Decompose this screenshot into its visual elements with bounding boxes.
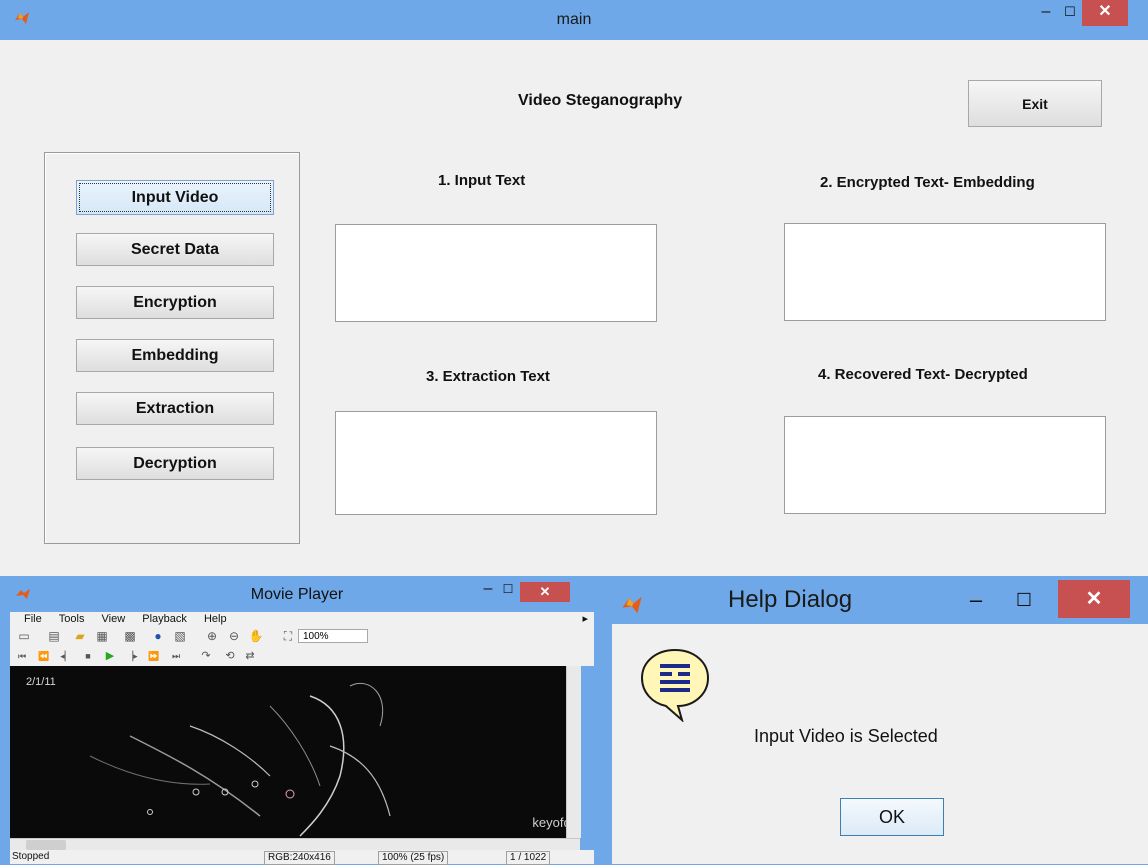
step-forward-icon[interactable]: ▕▸: [124, 649, 140, 664]
zoom-level-field[interactable]: 100%: [298, 629, 368, 643]
maximize-icon[interactable]: ☐: [1012, 588, 1036, 614]
input-video-button[interactable]: Input Video: [76, 180, 274, 215]
scrollbar-thumb[interactable]: [26, 840, 66, 850]
import-icon[interactable]: ▦: [94, 629, 110, 644]
menu-playback[interactable]: Playback: [142, 612, 187, 627]
input-text-heading: 1. Input Text: [438, 172, 526, 189]
matlab-logo-icon: [622, 596, 642, 614]
recovered-text-heading: 4. Recovered Text- Decrypted: [818, 366, 1028, 383]
menu-help[interactable]: Help: [204, 612, 227, 627]
exit-button[interactable]: Exit: [968, 80, 1102, 127]
go-to-first-icon[interactable]: ⏮: [14, 649, 30, 664]
frame-counter: 1 / 1022: [506, 851, 551, 865]
frame-rate: 100% (25 fps): [378, 851, 449, 865]
minimize-icon[interactable]: –: [478, 580, 498, 600]
play-icon[interactable]: ▶: [102, 649, 118, 664]
zoom-out-icon[interactable]: ⊖: [226, 629, 242, 644]
encrypted-text-heading: 2. Encrypted Text- Embedding: [820, 174, 1035, 191]
jump-to-icon[interactable]: ↷: [198, 649, 214, 664]
video-frame[interactable]: 2/1/11 keyofc: [10, 666, 566, 838]
help-dialog-title-bar[interactable]: Help Dialog – ☐ ✕: [598, 580, 1148, 624]
maximize-icon[interactable]: ☐: [498, 580, 518, 600]
help-dialog-window: Help Dialog – ☐ ✕ Input Video is Selecte…: [598, 580, 1148, 864]
pan-icon[interactable]: ✋: [248, 629, 264, 644]
colormap-icon[interactable]: ▧: [172, 629, 188, 644]
rewind-icon[interactable]: ⏪: [36, 649, 52, 664]
video-edge-image: [89, 682, 391, 837]
extraction-text-heading: 3. Extraction Text: [426, 368, 550, 385]
loop-icon[interactable]: ⟲: [222, 649, 238, 664]
playback-toolbar: ⏮ ⏪ ◂▏ ■ ▶ ▕▸ ⏩ ⏭ ↷ ⟲ ⇄: [10, 647, 594, 666]
zoom-in-icon[interactable]: ⊕: [204, 629, 220, 644]
minimize-icon[interactable]: –: [1034, 0, 1058, 26]
movie-player-title-bar[interactable]: Movie Player – ☐ ✕: [0, 576, 594, 612]
extraction-button[interactable]: Extraction: [76, 392, 274, 425]
playback-mode-icon[interactable]: ⇄: [242, 649, 258, 664]
menu-file[interactable]: File: [24, 612, 42, 627]
movie-player-menu-bar: File Tools View Playback Help ▸: [10, 612, 594, 627]
menu-tools[interactable]: Tools: [59, 612, 85, 627]
recovered-text-box[interactable]: [784, 416, 1106, 514]
main-title-bar[interactable]: main – ☐ ✕: [0, 0, 1148, 40]
video-format: RGB:240x416: [264, 851, 335, 865]
video-watermark: keyofc: [532, 815, 566, 830]
page-title: Video Steganography: [518, 92, 683, 109]
main-body: Video Steganography Exit Input Video Sec…: [6, 40, 1148, 576]
help-dialog-title: Help Dialog: [728, 586, 853, 613]
new-icon[interactable]: ▭: [16, 629, 32, 644]
go-to-last-icon[interactable]: ⏭: [168, 649, 184, 664]
movie-player-status-bar: Stopped RGB:240x416 100% (25 fps) 1 / 10…: [10, 850, 594, 865]
movie-player-toolbar: ▭ ▤ ▰ ▦ ▩ ● ▧ ⊕ ⊖ ✋ ⛶ 100%: [10, 627, 594, 648]
menu-overflow-icon[interactable]: ▸: [582, 612, 588, 627]
video-vertical-scrollbar[interactable]: [566, 666, 581, 838]
ok-button[interactable]: OK: [840, 798, 944, 836]
print-icon[interactable]: ▤: [46, 629, 62, 644]
help-speech-bubble-icon: [640, 648, 710, 722]
input-text-box[interactable]: [335, 224, 657, 322]
main-window: main – ☐ ✕ Video Steganography Exit Inpu…: [0, 0, 1148, 576]
menu-view[interactable]: View: [102, 612, 126, 627]
open-icon[interactable]: ▰: [72, 629, 88, 644]
minimize-icon[interactable]: –: [964, 588, 988, 614]
extraction-text-box[interactable]: [335, 411, 657, 515]
main-window-title: main: [556, 11, 592, 28]
export-icon[interactable]: ▩: [122, 629, 138, 644]
help-dialog-message: Input Video is Selected: [754, 726, 938, 746]
movie-player-window: Movie Player – ☐ ✕ File Tools View Playb…: [0, 576, 594, 865]
decryption-button[interactable]: Decryption: [76, 447, 274, 480]
embedding-button[interactable]: Embedding: [76, 339, 274, 372]
playback-state: Stopped: [12, 851, 50, 862]
secret-data-button[interactable]: Secret Data: [76, 233, 274, 266]
close-icon[interactable]: ✕: [1082, 0, 1128, 26]
encryption-button[interactable]: Encryption: [76, 286, 274, 319]
close-icon[interactable]: ✕: [520, 582, 570, 602]
fit-to-window-icon[interactable]: ⛶: [280, 629, 296, 644]
close-icon[interactable]: ✕: [1058, 580, 1130, 618]
info-icon[interactable]: ●: [150, 629, 166, 644]
encrypted-text-box[interactable]: [784, 223, 1106, 321]
help-dialog-body: Input Video is Selected OK: [612, 624, 1148, 864]
step-back-icon[interactable]: ◂▏: [58, 649, 74, 664]
fast-forward-icon[interactable]: ⏩: [146, 649, 162, 664]
maximize-icon[interactable]: ☐: [1058, 0, 1082, 26]
stop-icon[interactable]: ■: [80, 649, 96, 664]
